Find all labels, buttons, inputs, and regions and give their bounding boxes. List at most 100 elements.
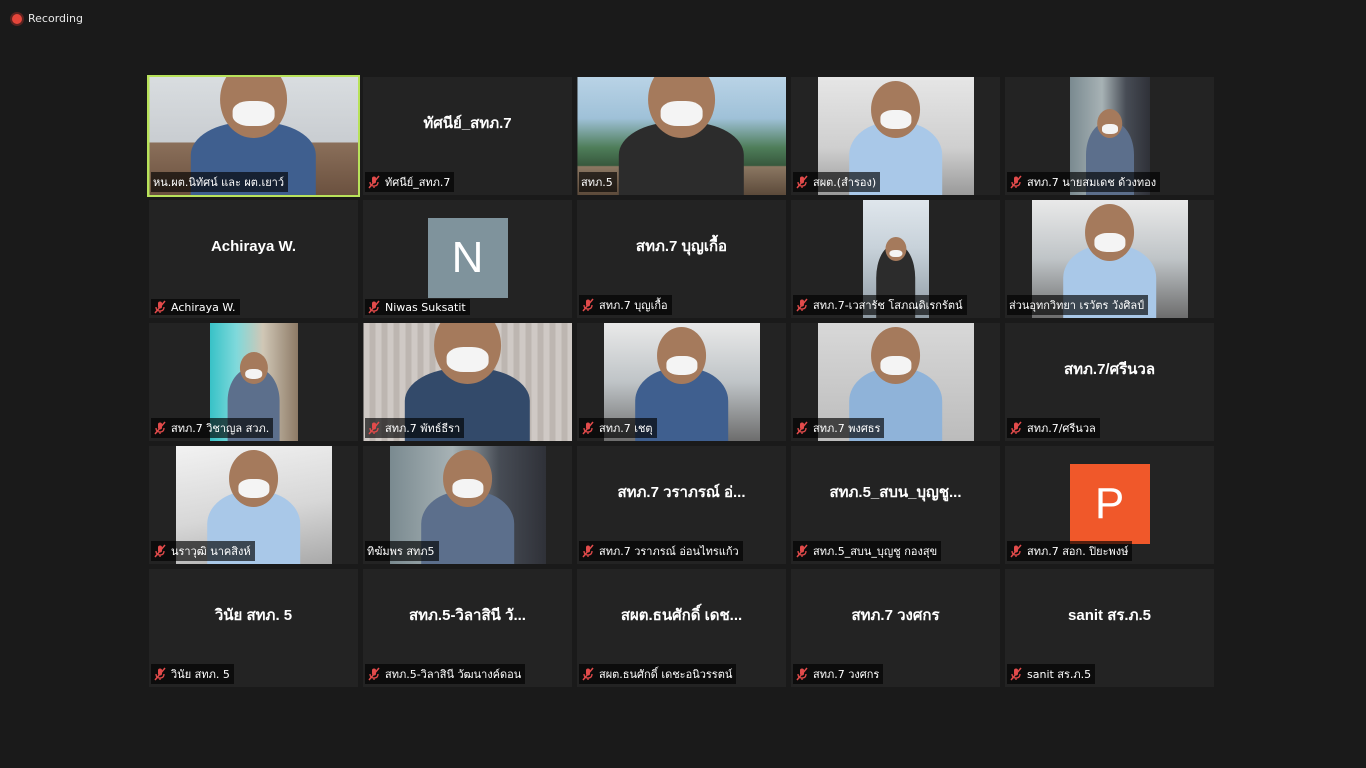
participant-tile[interactable]: สทภ.5_สบน_บุญชู... สทภ.5_สบน_บุญชู กองสุข [791,446,1000,564]
participant-tile[interactable]: N Niwas Suksatit [363,200,572,318]
participant-tile[interactable]: P สทภ.7 สอก. ปิยะพงษ์ [1005,446,1214,564]
mic-muted-icon [1009,175,1023,189]
participant-name-label: สทภ.5 [579,172,617,192]
participant-name-text: ทัศนีย์_สทภ.7 [385,176,451,189]
participant-name-text: Niwas Suksatit [385,300,466,314]
participant-tile[interactable]: สทภ.7 พงศธร [791,323,1000,441]
participant-name-text: สทภ.7 สอก. ปิยะพงษ์ [1027,545,1129,558]
mic-muted-icon [367,667,381,681]
mic-muted-icon [581,544,595,558]
participant-name-text: สทภ.7 พงศธร [813,422,881,435]
participant-tile[interactable]: สทภ.7/ศรีนวล สทภ.7/ศรีนวล [1005,323,1214,441]
participant-name-label: สทภ.7/ศรีนวล [1007,418,1100,438]
participant-tile[interactable]: ส่วนอุทกวิทยา เรวัตร วังศิลป์ [1005,200,1214,318]
mic-muted-icon [581,298,595,312]
participant-tile[interactable]: สทภ.5-วิลาสินี วั... สทภ.5-วิลาสินี วัฒนา… [363,569,572,687]
participant-display-name: สทภ.7 วราภรณ์ อ่... [617,484,746,501]
participant-name-text: สผต.(สำรอง) [813,176,877,189]
mic-muted-icon [1009,667,1023,681]
participant-name-text: สทภ.5 [581,176,613,189]
participant-grid: หน.ผต.นิทัศน์ และ ผต.เยาว์ ทัศนีย์_สทภ.7 ท… [147,75,1214,687]
participant-name-label: นราวุฒิ นาคสิงห์ [151,541,255,561]
recording-label: Recording [28,12,84,25]
participant-name-text: สทภ.7-เวสารัช โสภณดิเรกรัตน์ [813,299,963,312]
participant-name-text: วินัย สทภ. 5 [171,668,230,681]
participant-display-name: สทภ.5-วิลาสินี วั... [409,607,526,624]
participant-name-label: สทภ.7 นายสมเดช ด้วงทอง [1007,172,1161,192]
participant-name-text: นราวุฒิ นาคสิงห์ [171,545,251,558]
mic-muted-icon [795,298,809,312]
mic-muted-icon [153,421,167,435]
participant-name-text: สทภ.7 วงศกร [813,668,880,681]
participant-name-label: สทภ.5-วิลาสินี วัฒนางค์ดอน [365,664,526,684]
participant-name-text: Achiraya W. [171,300,236,314]
participant-tile[interactable]: สผต.(สำรอง) [791,77,1000,195]
participant-display-name: สทภ.7/ศรีนวล [1063,361,1156,378]
participant-tile[interactable]: สทภ.5 [577,77,786,195]
participant-tile[interactable]: Achiraya W. Achiraya W. [149,200,358,318]
participant-name-text: สผต.ธนศักดิ์ เดชะอนิวรรตน์ [599,668,733,681]
participant-name-text: หน.ผต.นิทัศน์ และ ผต.เยาว์ [153,176,285,189]
participant-tile[interactable]: สทภ.7 วงศกร สทภ.7 วงศกร [791,569,1000,687]
mic-muted-icon [581,667,595,681]
participant-name-label: ทัศนีย์_สทภ.7 [365,172,455,192]
participant-tile[interactable]: สทภ.7 วิชาญล สวภ. [149,323,358,441]
participant-name-label: สทภ.7 วงศกร [793,664,884,684]
participant-tile[interactable]: สทภ.7 นายสมเดช ด้วงทอง [1005,77,1214,195]
participant-tile[interactable]: หน.ผต.นิทัศน์ และ ผต.เยาว์ [147,75,360,197]
mic-muted-icon [153,544,167,558]
mic-muted-icon [795,544,809,558]
participant-name-label: สผต.ธนศักดิ์ เดชะอนิวรรตน์ [579,664,737,684]
participant-name-label: วินัย สทภ. 5 [151,664,234,684]
participant-name-label: สทภ.7 สอก. ปิยะพงษ์ [1007,541,1133,561]
mic-muted-icon [153,667,167,681]
participant-avatar: N [427,218,508,298]
participant-name-label: หน.ผต.นิทัศน์ และ ผต.เยาว์ [151,172,289,192]
participant-name-label: สผต.(สำรอง) [793,172,881,192]
participant-tile[interactable]: ทิฆัมพร สทภ5 [363,446,572,564]
participant-tile[interactable]: สผต.ธนศักดิ์ เดช... สผต.ธนศักดิ์ เดชะอนิว… [577,569,786,687]
participant-name-label: Niwas Suksatit [365,299,470,315]
mic-muted-icon [1009,544,1023,558]
participant-name-label: Achiraya W. [151,299,240,315]
participant-tile[interactable]: สทภ.7 บุญเกื้อ สทภ.7 บุญเกื้อ [577,200,786,318]
mic-muted-icon [795,175,809,189]
mic-muted-icon [1009,421,1023,435]
participant-name-label: ส่วนอุทกวิทยา เรวัตร วังศิลป์ [1007,295,1149,315]
participant-name-label: สทภ.5_สบน_บุญชู กองสุข [793,541,942,561]
participant-name-text: สทภ.7 บุญเกื้อ [599,299,668,312]
participant-avatar: P [1069,464,1150,544]
participant-tile[interactable]: สทภ.7 วราภรณ์ อ่... สทภ.7 วราภรณ์ อ่อนไทร… [577,446,786,564]
participant-name-label: สทภ.7 พงศธร [793,418,885,438]
participant-tile[interactable]: สทภ.7 พัทธ์ธีรา [363,323,572,441]
participant-tile[interactable]: sanit สร.ภ.5 sanit สร.ภ.5 [1005,569,1214,687]
participant-display-name: สทภ.7 บุญเกื้อ [635,238,728,255]
participant-name-label: สทภ.7-เวสารัช โสภณดิเรกรัตน์ [793,295,967,315]
participant-name-text: สทภ.5-วิลาสินี วัฒนางค์ดอน [385,668,522,681]
participant-display-name: วินัย สทภ. 5 [214,607,293,624]
mic-muted-icon [795,667,809,681]
mic-muted-icon [367,175,381,189]
participant-display-name: sanit สร.ภ.5 [1068,607,1151,624]
participant-display-name: Achiraya W. [210,237,297,255]
participant-tile[interactable]: นราวุฒิ นาคสิงห์ [149,446,358,564]
participant-name-text: สทภ.5_สบน_บุญชู กองสุข [813,545,938,558]
participant-display-name: ทัศนีย์_สทภ.7 [423,115,512,132]
participant-name-label: สทภ.7 วิชาญล สวภ. [151,418,274,438]
mic-muted-icon [795,421,809,435]
participant-tile[interactable]: วินัย สทภ. 5 วินัย สทภ. 5 [149,569,358,687]
mic-muted-icon [367,300,381,314]
participant-tile[interactable]: สทภ.7 เชตุ [577,323,786,441]
participant-tile[interactable]: ทัศนีย์_สทภ.7 ทัศนีย์_สทภ.7 [363,77,572,195]
participant-tile[interactable]: สทภ.7-เวสารัช โสภณดิเรกรัตน์ [791,200,1000,318]
participant-name-label: สทภ.7 เชตุ [579,418,657,438]
participant-name-label: ทิฆัมพร สทภ5 [365,541,439,561]
recording-indicator: Recording [12,12,83,25]
mic-muted-icon [153,300,167,314]
participant-name-text: ทิฆัมพร สทภ5 [367,545,435,558]
participant-name-text: สทภ.7 วิชาญล สวภ. [171,422,270,435]
participant-name-label: สทภ.7 พัทธ์ธีรา [365,418,465,438]
participant-name-label: สทภ.7 บุญเกื้อ [579,295,672,315]
participant-name-text: สทภ.7 พัทธ์ธีรา [385,422,461,435]
participant-name-text: สทภ.7 เชตุ [599,422,653,435]
